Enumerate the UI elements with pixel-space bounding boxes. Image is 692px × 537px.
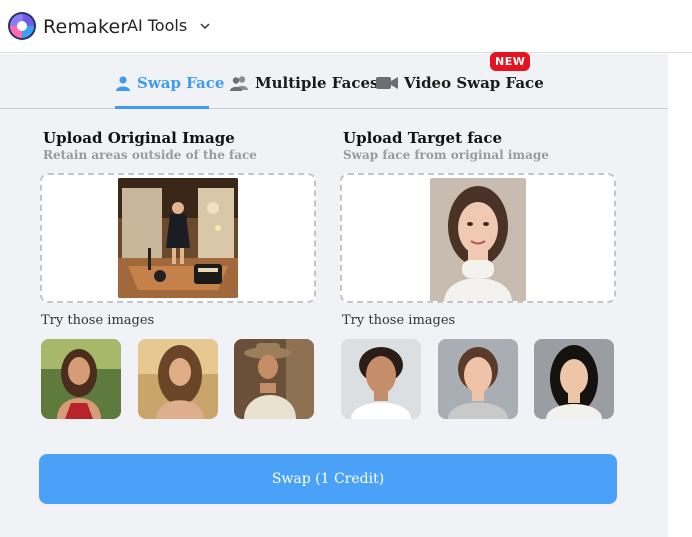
original-subtitle: Retain areas outside of the face: [43, 148, 257, 162]
chevron-down-icon: [200, 22, 210, 29]
original-title: Upload Original Image: [43, 129, 235, 147]
sample-original-1[interactable]: [41, 339, 121, 419]
brand-name[interactable]: Remaker: [43, 16, 128, 38]
people-icon: [230, 76, 248, 91]
tab-swap-face[interactable]: Swap Face: [115, 74, 224, 92]
target-upload-dropzone[interactable]: [340, 173, 616, 303]
target-try-label: Try those images: [342, 313, 456, 328]
sample-original-2[interactable]: [138, 339, 218, 419]
tab-swap-face-label: Swap Face: [137, 74, 225, 92]
target-subtitle: Swap face from original image: [343, 148, 549, 162]
target-title: Upload Target face: [343, 129, 503, 147]
tab-video-swap-face[interactable]: Video Swap Face: [376, 74, 544, 92]
tab-video-swap-face-label: Video Swap Face: [404, 74, 544, 92]
tab-multiple-faces-label: Multiple Faces: [255, 74, 379, 92]
sample-target-2[interactable]: [438, 339, 518, 419]
sample-target-3[interactable]: [534, 339, 614, 419]
target-face-preview: [430, 178, 526, 301]
sample-original-3[interactable]: [234, 339, 314, 419]
new-badge: NEW: [490, 52, 531, 71]
right-edge-strip: [668, 54, 692, 537]
tab-multiple-faces[interactable]: Multiple Faces: [229, 74, 378, 92]
original-try-label: Try those images: [41, 313, 155, 328]
top-header: Remaker AI Tools: [0, 0, 692, 53]
remaker-logo-icon[interactable]: [7, 11, 37, 41]
active-tab-indicator: [115, 106, 209, 109]
ai-tools-menu[interactable]: AI Tools: [127, 16, 211, 35]
swap-panel: Swap Face Multiple Faces Video Swap Face…: [0, 52, 668, 537]
original-upload-dropzone[interactable]: [40, 173, 316, 303]
original-image-preview: [118, 178, 238, 298]
sample-target-1[interactable]: [341, 339, 421, 419]
tab-bar: Swap Face Multiple Faces Video Swap Face…: [0, 52, 668, 109]
person-icon: [116, 76, 130, 91]
swap-button[interactable]: Swap (1 Credit): [39, 454, 617, 504]
ai-tools-label: AI Tools: [127, 16, 188, 35]
video-camera-icon: [376, 77, 398, 89]
